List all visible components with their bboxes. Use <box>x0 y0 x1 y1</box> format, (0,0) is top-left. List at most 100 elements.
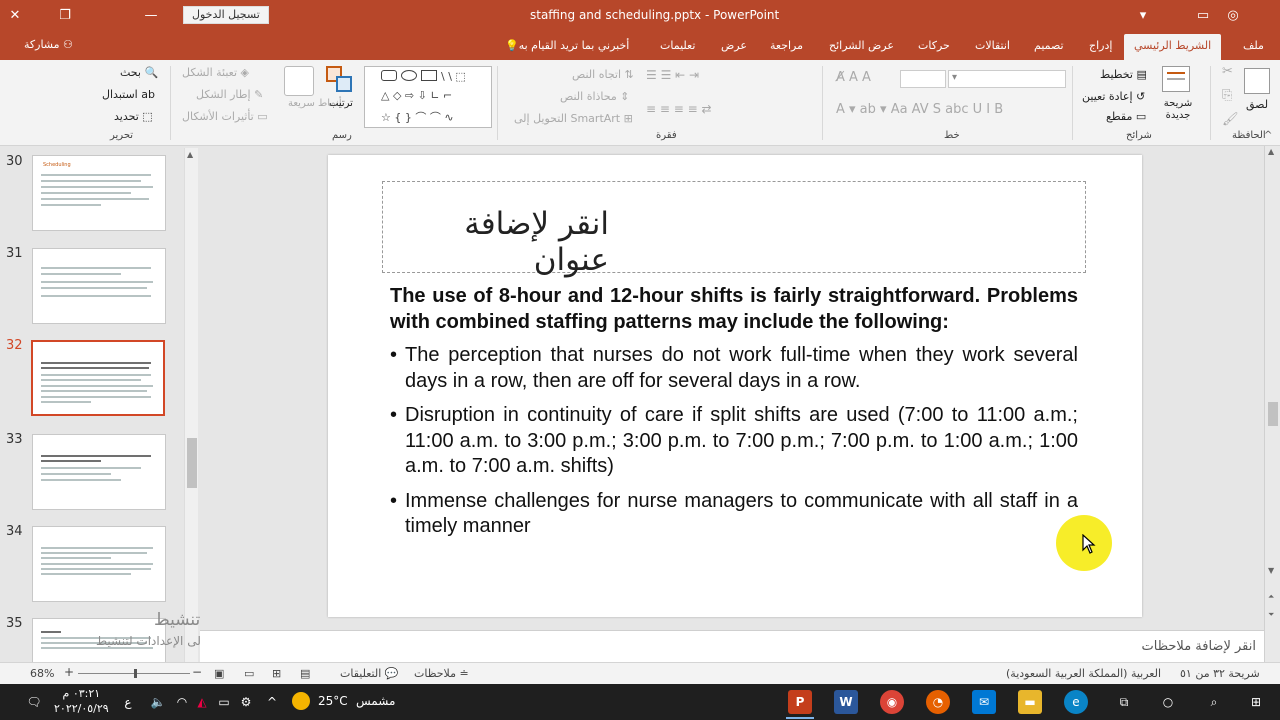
word-taskbar-icon[interactable]: W <box>834 690 858 714</box>
file-explorer-icon[interactable]: ▬ <box>1018 690 1042 714</box>
search-icon[interactable]: ⌕ <box>1202 690 1226 714</box>
zoom-slider[interactable] <box>78 669 190 678</box>
tab-animations[interactable]: حركات <box>918 39 950 52</box>
notifications-icon[interactable]: 🗨 <box>22 690 46 714</box>
tab-view[interactable]: عرض <box>721 39 747 52</box>
show-hidden-icons[interactable]: ^ <box>260 690 284 714</box>
powerpoint-taskbar-icon[interactable]: P <box>788 690 812 714</box>
zoom-slider-thumb[interactable] <box>134 669 137 678</box>
font-style-buttons[interactable]: A ▾ ab ▾ Aa AV S abc U I B <box>836 102 1003 117</box>
replace-button[interactable]: استبدال ab <box>102 88 155 101</box>
slide-scrollbar[interactable]: ▲ ▼ ⏶ ⏷ <box>1264 146 1280 662</box>
scroll-up-icon[interactable]: ▲ <box>1268 147 1274 156</box>
paste-button[interactable]: لصق <box>1246 98 1268 111</box>
select-button[interactable]: تحديد ⬚ <box>114 110 153 123</box>
reading-view-icon[interactable]: ▭ <box>244 667 254 680</box>
tab-slideshow[interactable]: عرض الشرائح <box>829 39 894 52</box>
app-tray-icon[interactable]: ◭ <box>190 690 214 714</box>
slide-thumbnail-33[interactable] <box>32 434 166 510</box>
volume-icon[interactable]: 🔈 <box>146 690 170 714</box>
language-indicator[interactable]: العربية (المملكة العربية السعودية) <box>1006 667 1161 680</box>
arrange-icon[interactable] <box>326 66 354 94</box>
chrome-taskbar-icon[interactable]: ◉ <box>880 690 904 714</box>
prev-slide-icon[interactable]: ⏶ <box>1268 592 1274 602</box>
battery-icon[interactable]: ▭ <box>212 690 236 714</box>
scroll-up-icon[interactable]: ▲ <box>187 150 193 159</box>
language-icon[interactable]: ع <box>116 690 140 714</box>
tab-design[interactable]: تصميم <box>1034 39 1064 52</box>
restore-button[interactable]: ❐ <box>50 0 80 30</box>
zoom-out-icon[interactable]: − <box>192 665 202 679</box>
format-painter-button[interactable]: 🖌 <box>1222 112 1239 127</box>
shapes-gallery[interactable]: \ \ ⬚ △ ◇ ⇨ ⇩ ∟ ⌐ ☆ { } ⌒ ⌒ ∿ <box>364 66 492 128</box>
mail-taskbar-icon[interactable]: ✉ <box>972 690 996 714</box>
content-textbox[interactable]: The use of 8-hour and 12-hour shifts is … <box>390 284 1078 549</box>
minimize-button[interactable]: — <box>136 0 166 30</box>
font-size-input[interactable] <box>900 70 946 88</box>
cortana-icon[interactable]: ○ <box>1156 690 1180 714</box>
tray-icon[interactable]: ⚙ <box>234 690 258 714</box>
slide-scrollbar-thumb[interactable] <box>1268 402 1278 426</box>
zoom-level[interactable]: 68% <box>30 667 54 680</box>
scroll-down-icon[interactable]: ▼ <box>1268 566 1274 575</box>
new-slide-button[interactable]: شريحة جديدة <box>1160 98 1196 122</box>
sorter-view-icon[interactable]: ⊞ <box>272 667 281 680</box>
find-button[interactable]: بحث 🔍 <box>120 66 158 79</box>
align-text-button[interactable]: محاذاة النص ⇕ <box>560 90 629 103</box>
start-button-icon[interactable]: ⊞ <box>1244 690 1268 714</box>
tab-tellme[interactable]: 💡أخبرني بما تريد القيام به <box>505 39 629 52</box>
notes-pane[interactable]: انقر لإضافة ملاحظات <box>200 630 1264 662</box>
shape-fill-button[interactable]: تعبئة الشكل ◈ <box>182 66 249 79</box>
tab-file[interactable]: ملف <box>1243 39 1264 52</box>
zoom-in-icon[interactable]: + <box>64 665 74 679</box>
reset-button[interactable]: إعادة تعيين ↺ <box>1082 90 1145 103</box>
smartart-button[interactable]: التحويل إلى SmartArt ⊞ <box>514 112 633 125</box>
align-buttons[interactable]: ≡ ≡ ≡ ≡ ⇄ <box>646 102 712 116</box>
tab-review[interactable]: مراجعة <box>770 39 803 52</box>
slide-thumbnail-30[interactable]: Scheduling <box>32 155 166 231</box>
font-size-buttons[interactable]: A̸ A A <box>836 70 871 85</box>
firefox-taskbar-icon[interactable]: ◔ <box>926 690 950 714</box>
tab-transitions[interactable]: انتقالات <box>975 39 1010 52</box>
weather-text[interactable]: مشمس <box>356 694 395 708</box>
copy-button[interactable]: ⎘ <box>1222 88 1232 103</box>
edge-taskbar-icon[interactable]: e <box>1064 690 1088 714</box>
slideshow-view-icon[interactable]: ▣ <box>214 667 224 680</box>
shape-effects-button[interactable]: تأثيرات الأشكال ▭ <box>182 110 268 123</box>
font-family-input[interactable]: ▾ <box>948 70 1066 88</box>
close-button[interactable]: ✕ <box>0 0 30 30</box>
tab-help[interactable]: تعليمات <box>660 39 695 52</box>
tab-insert[interactable]: إدراج <box>1089 39 1112 52</box>
clock[interactable]: ٠٣:٢١ م ٢٠٢٢/٠٥/٢٩ <box>54 686 109 716</box>
clipboard-small-buttons[interactable]: ✂ <box>1222 64 1233 79</box>
tab-home[interactable]: الشريط الرئيسي <box>1124 34 1222 60</box>
quick-styles-icon[interactable] <box>284 66 314 96</box>
shape-outline-button[interactable]: إطار الشكل ✎ <box>196 88 263 101</box>
slide-thumbnail-31[interactable] <box>32 248 166 324</box>
section-button[interactable]: مقطع ▭ <box>1106 110 1146 123</box>
share-button[interactable]: مشاركة ⚇ <box>24 38 73 51</box>
title-placeholder[interactable]: انقر لإضافة عنوان <box>382 181 1086 278</box>
task-view-icon[interactable]: ⧉ <box>1112 690 1136 714</box>
slide-canvas[interactable]: انقر لإضافة عنوان The use of 8-hour and … <box>328 155 1142 617</box>
text-direction-button[interactable]: اتجاه النص ⇅ <box>572 68 634 81</box>
list-buttons[interactable]: ☰ ☰ ⇤ ⇥ <box>646 68 699 82</box>
collapse-ribbon-button[interactable]: ^ <box>1264 130 1272 141</box>
arrange-button[interactable]: ترتيب <box>329 98 353 109</box>
thumbs-scrollbar[interactable]: ▲ <box>184 148 198 662</box>
thumbs-scrollbar-thumb[interactable] <box>187 438 197 488</box>
slide-thumbnail-34[interactable] <box>32 526 166 602</box>
normal-view-icon[interactable]: ▤ <box>300 667 310 680</box>
account-button[interactable]: ◎ <box>1218 0 1248 30</box>
new-slide-icon[interactable] <box>1162 66 1190 92</box>
clipboard-icon[interactable] <box>1244 68 1270 94</box>
notes-button[interactable]: ملاحظات ≐ <box>414 667 469 680</box>
next-slide-icon[interactable]: ⏷ <box>1268 610 1274 620</box>
layout-button[interactable]: تخطيط ▤ <box>1100 68 1147 81</box>
signin-button[interactable]: تسجيل الدخول <box>183 6 269 24</box>
qat-customize-button[interactable]: ▾ <box>1128 0 1158 30</box>
slide-thumbnail-32-selected[interactable] <box>31 340 165 416</box>
weather-temp[interactable]: 25°C <box>318 694 348 708</box>
comments-button[interactable]: التعليقات 💬 <box>340 667 398 680</box>
ribbon-display-button[interactable]: ▭ <box>1188 0 1218 30</box>
